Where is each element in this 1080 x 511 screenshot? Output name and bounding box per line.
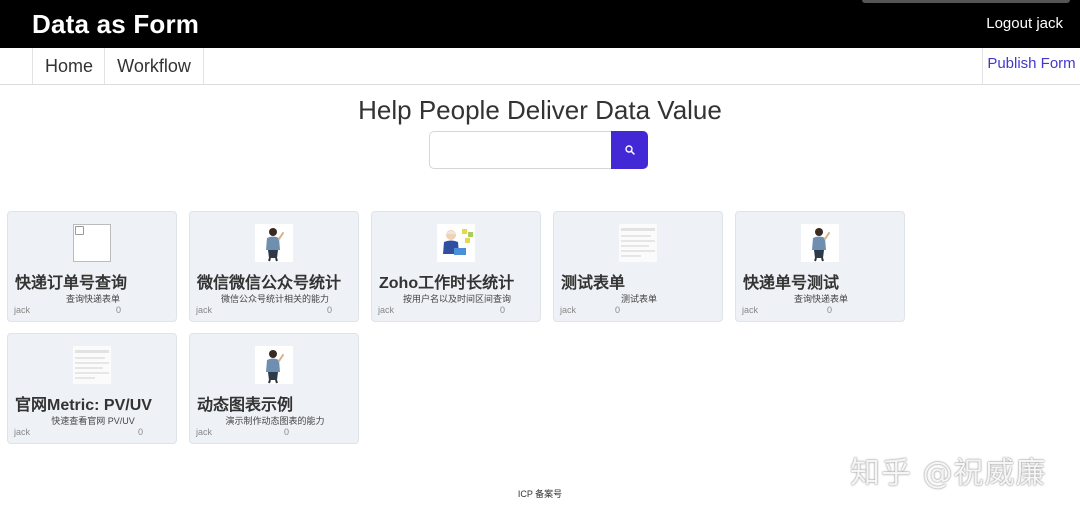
card-description: 查询快递表单 [65, 294, 120, 304]
person-illustration-icon [255, 346, 293, 384]
card-description: 按用户名以及时间区间查询 [402, 294, 511, 304]
card-title: Zoho工作时长统计 [379, 275, 515, 292]
card-count: 0 [327, 305, 333, 315]
broken-image-icon [73, 224, 111, 262]
form-card[interactable]: 动态图表示例 演示制作动态图表的能力 jack 0 [189, 333, 359, 444]
logout-link[interactable]: Logout jack [986, 15, 1063, 32]
watermark: 知乎 @祝威廉 [850, 456, 1047, 491]
card-description: 测试表单 [620, 294, 657, 304]
form-card[interactable]: 快递单号测试 查询快递表单 jack 0 [735, 211, 905, 322]
card-count: 0 [827, 305, 833, 315]
card-title: 测试表单 [561, 275, 626, 292]
search-button[interactable] [611, 131, 648, 169]
form-card[interactable]: 快递订单号查询 查询快递表单 jack 0 [7, 211, 177, 322]
sub-navbar: Home Workflow Publish Form [0, 48, 1080, 85]
tab-workflow[interactable]: Workflow [104, 48, 204, 85]
card-title: 微信微信公众号统计 [197, 275, 342, 292]
form-card[interactable]: Zoho工作时长统计 按用户名以及时间区间查询 jack 0 [371, 211, 541, 322]
logout-label: Logout [986, 15, 1033, 32]
publish-form-link[interactable]: Publish Form [982, 48, 1080, 85]
card-description: 快速查看官网 PV/UV [51, 416, 135, 426]
office-worker-illustration-icon [437, 224, 475, 262]
top-navbar: Data as Form Logout jack [0, 0, 1080, 48]
card-count: 0 [138, 427, 144, 437]
card-author: jack [196, 305, 213, 315]
card-title: 官网Metric: PV/UV [15, 397, 152, 414]
card-author: jack [378, 305, 395, 315]
card-count: 0 [615, 305, 621, 315]
tab-home[interactable]: Home [32, 48, 105, 85]
card-title: 动态图表示例 [197, 397, 294, 414]
card-title: 快递订单号查询 [15, 275, 128, 292]
card-author: jack [742, 305, 759, 315]
card-description: 演示制作动态图表的能力 [225, 416, 325, 426]
card-count: 0 [500, 305, 506, 315]
form-card[interactable]: 测试表单 测试表单 jack 0 [553, 211, 723, 322]
card-description: 查询快递表单 [793, 294, 848, 304]
search-input[interactable] [429, 131, 613, 169]
card-count: 0 [116, 305, 122, 315]
form-card[interactable]: 微信微信公众号统计 微信公众号统计相关的能力 jack 0 [189, 211, 359, 322]
card-author: jack [196, 427, 213, 437]
brand-logo-text[interactable]: Data as Form [32, 9, 199, 40]
card-title: 快递单号测试 [743, 275, 840, 292]
card-author: jack [560, 305, 577, 315]
person-illustration-icon [801, 224, 839, 262]
top-strip [862, 0, 1070, 3]
person-illustration-icon [255, 224, 293, 262]
card-author: jack [14, 427, 31, 437]
page-title: Help People Deliver Data Value [358, 95, 722, 125]
form-screenshot-icon [619, 224, 657, 262]
card-description: 微信公众号统计相关的能力 [220, 294, 329, 304]
search-icon [624, 145, 635, 155]
username: jack [1036, 15, 1063, 32]
form-screenshot-icon [73, 346, 111, 384]
form-card[interactable]: 官网Metric: PV/UV 快速查看官网 PV/UV jack 0 [7, 333, 177, 444]
search-bar [429, 131, 648, 169]
card-count: 0 [284, 427, 290, 437]
card-author: jack [14, 305, 31, 315]
